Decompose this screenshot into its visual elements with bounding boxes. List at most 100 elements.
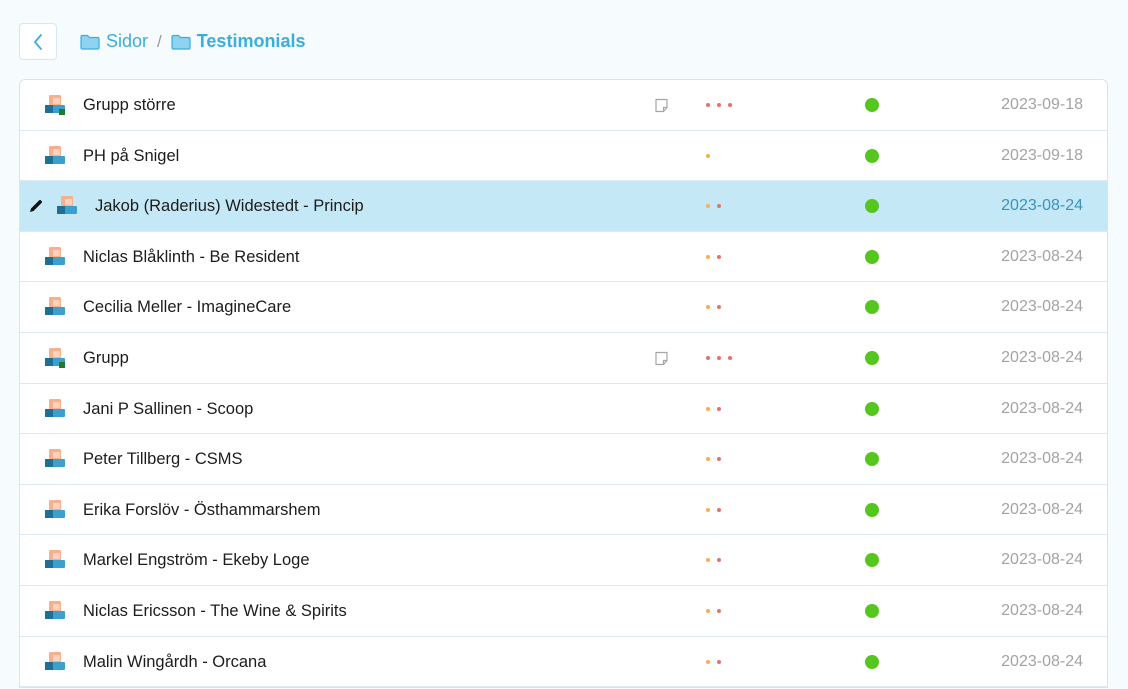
list-item-title[interactable]: Jani P Sallinen - Scoop xyxy=(83,384,253,434)
list-item-date: 2023-08-24 xyxy=(1001,551,1083,569)
priority-dot xyxy=(717,355,721,360)
priority-dot xyxy=(706,659,710,664)
priority-dots xyxy=(706,507,721,512)
page-icon xyxy=(45,550,67,575)
list-item-title[interactable]: Erika Forslöv - Östhammarshem xyxy=(83,485,320,535)
list-item[interactable]: Malin Wingårdh - Orcana 2023-08-24 xyxy=(20,637,1107,688)
status-indicator xyxy=(865,350,879,365)
priority-dot xyxy=(717,659,721,664)
priority-dot xyxy=(717,254,721,259)
list-item-title[interactable]: Jakob (Raderius) Widestedt - Princip xyxy=(95,181,364,231)
breadcrumb-label: Testimonials xyxy=(196,31,306,51)
priority-dot xyxy=(728,103,732,107)
page-icon xyxy=(45,449,67,474)
priority-dot xyxy=(728,355,732,360)
priority-dot xyxy=(717,305,721,310)
priority-dot xyxy=(717,103,721,107)
list-item-title[interactable]: Grupp större xyxy=(83,80,176,130)
priority-dot xyxy=(706,558,710,563)
priority-dot xyxy=(706,254,710,259)
priority-dot xyxy=(706,608,710,613)
page-icon xyxy=(45,398,67,424)
list-item-title[interactable]: Niclas Blåklinth - Be Resident xyxy=(83,232,299,282)
priority-dot xyxy=(706,103,710,107)
status-indicator xyxy=(865,603,879,618)
list-item-date: 2023-08-24 xyxy=(1001,500,1083,518)
chevron-left-icon xyxy=(34,33,42,50)
priority-dot xyxy=(717,608,721,613)
list-item-title[interactable]: Peter Tillberg - CSMS xyxy=(83,434,243,484)
list-item[interactable]: Jani P Sallinen - Scoop 2023-08-24 xyxy=(20,384,1107,435)
priority-dot xyxy=(717,507,721,512)
list-item[interactable]: PH på Snigel 2023-09-18 xyxy=(20,131,1107,182)
list-item-date: 2023-08-24 xyxy=(1001,450,1083,468)
list-item-date: 2023-08-24 xyxy=(1001,247,1083,265)
breadcrumb-item-testimonials[interactable]: Testimonials xyxy=(171,31,306,52)
list-item-title[interactable]: PH på Snigel xyxy=(83,131,179,181)
priority-dots xyxy=(706,608,721,613)
list-item-date: 2023-08-24 xyxy=(1001,348,1083,366)
list-item[interactable]: Cecilia Meller - ImagineCare 2023-08-24 xyxy=(20,282,1107,333)
priority-dot xyxy=(717,406,721,411)
status-indicator xyxy=(865,654,879,669)
list-item-title[interactable]: Niclas Ericsson - The Wine & Spirits xyxy=(83,586,347,636)
priority-dots xyxy=(706,457,721,462)
priority-dot xyxy=(717,204,721,209)
list-item-date: 2023-09-18 xyxy=(1001,146,1083,164)
list-item-date: 2023-08-24 xyxy=(1001,601,1083,619)
back-button[interactable] xyxy=(19,23,57,60)
list-item[interactable]: Grupp 2023-08-24 xyxy=(20,333,1107,384)
priority-dots xyxy=(706,406,721,411)
breadcrumb: Sidor / Testimonials xyxy=(80,31,305,52)
list-item-title[interactable]: Markel Engström - Ekeby Loge xyxy=(83,535,310,585)
priority-dot xyxy=(706,204,710,209)
list-item[interactable]: Grupp större 2023-09-18 xyxy=(20,80,1107,131)
note-icon[interactable] xyxy=(654,351,669,371)
list-item[interactable]: Peter Tillberg - CSMS 2023-08-24 xyxy=(20,434,1107,485)
list-item-title[interactable]: Cecilia Meller - ImagineCare xyxy=(83,282,291,332)
priority-dot xyxy=(706,153,710,158)
list-item[interactable]: Niclas Blåklinth - Be Resident 2023-08-2… xyxy=(20,232,1107,283)
list-item-date: 2023-08-24 xyxy=(1001,399,1083,417)
folder-icon xyxy=(80,34,100,50)
status-indicator xyxy=(865,401,879,416)
list-item[interactable]: Jakob (Raderius) Widestedt - Princip 202… xyxy=(20,181,1107,232)
status-indicator xyxy=(865,199,879,214)
folder-icon xyxy=(171,34,191,50)
list-item-date: 2023-08-24 xyxy=(1001,652,1083,670)
list-item-date: 2023-08-24 xyxy=(1001,298,1083,316)
priority-dots xyxy=(706,558,721,563)
list-item-date: 2023-09-18 xyxy=(1001,96,1083,113)
toolbar: Sidor / Testimonials xyxy=(19,22,305,61)
list-item-title[interactable]: Grupp xyxy=(83,333,129,383)
priority-dot xyxy=(706,355,710,360)
note-icon[interactable] xyxy=(654,98,669,118)
breadcrumb-item-sidor[interactable]: Sidor xyxy=(80,31,148,52)
list-item-title[interactable]: Malin Wingårdh - Orcana xyxy=(83,637,266,687)
page-icon xyxy=(45,145,67,171)
list-item[interactable]: Niclas Ericsson - The Wine & Spirits 202… xyxy=(20,586,1107,637)
priority-dot xyxy=(706,305,710,310)
priority-dots xyxy=(706,103,732,107)
group-page-icon xyxy=(45,347,67,373)
priority-dot xyxy=(706,406,710,411)
list-item-date: 2023-08-24 xyxy=(1001,197,1083,215)
group-page-icon xyxy=(45,95,67,120)
priority-dots xyxy=(706,204,721,209)
priority-dots xyxy=(706,355,732,360)
status-indicator xyxy=(865,300,879,315)
priority-dots xyxy=(706,254,721,259)
status-indicator xyxy=(865,452,879,467)
breadcrumb-separator: / xyxy=(157,31,162,51)
page-icon xyxy=(45,499,67,525)
pencil-icon[interactable] xyxy=(28,198,44,219)
list-item[interactable]: Markel Engström - Ekeby Loge 2023-08-24 xyxy=(20,535,1107,586)
priority-dots xyxy=(706,305,721,310)
priority-dots xyxy=(706,153,710,158)
list-item[interactable]: Erika Forslöv - Östhammarshem 2023-08-24 xyxy=(20,485,1107,536)
page-icon xyxy=(57,196,79,221)
status-indicator xyxy=(865,98,879,112)
page-icon xyxy=(45,246,67,272)
status-indicator xyxy=(865,148,879,163)
page-icon xyxy=(45,651,67,677)
